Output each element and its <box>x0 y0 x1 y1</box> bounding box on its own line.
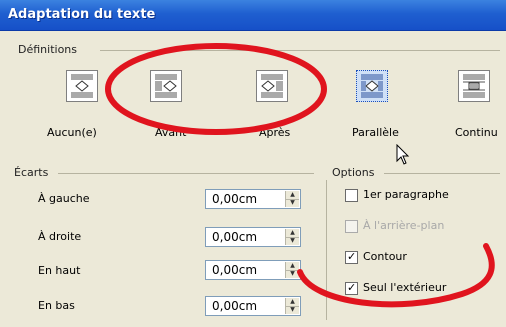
red-annotation-marks <box>105 43 495 308</box>
annotation-ellipse <box>105 43 327 135</box>
annotation-curve <box>297 243 495 308</box>
